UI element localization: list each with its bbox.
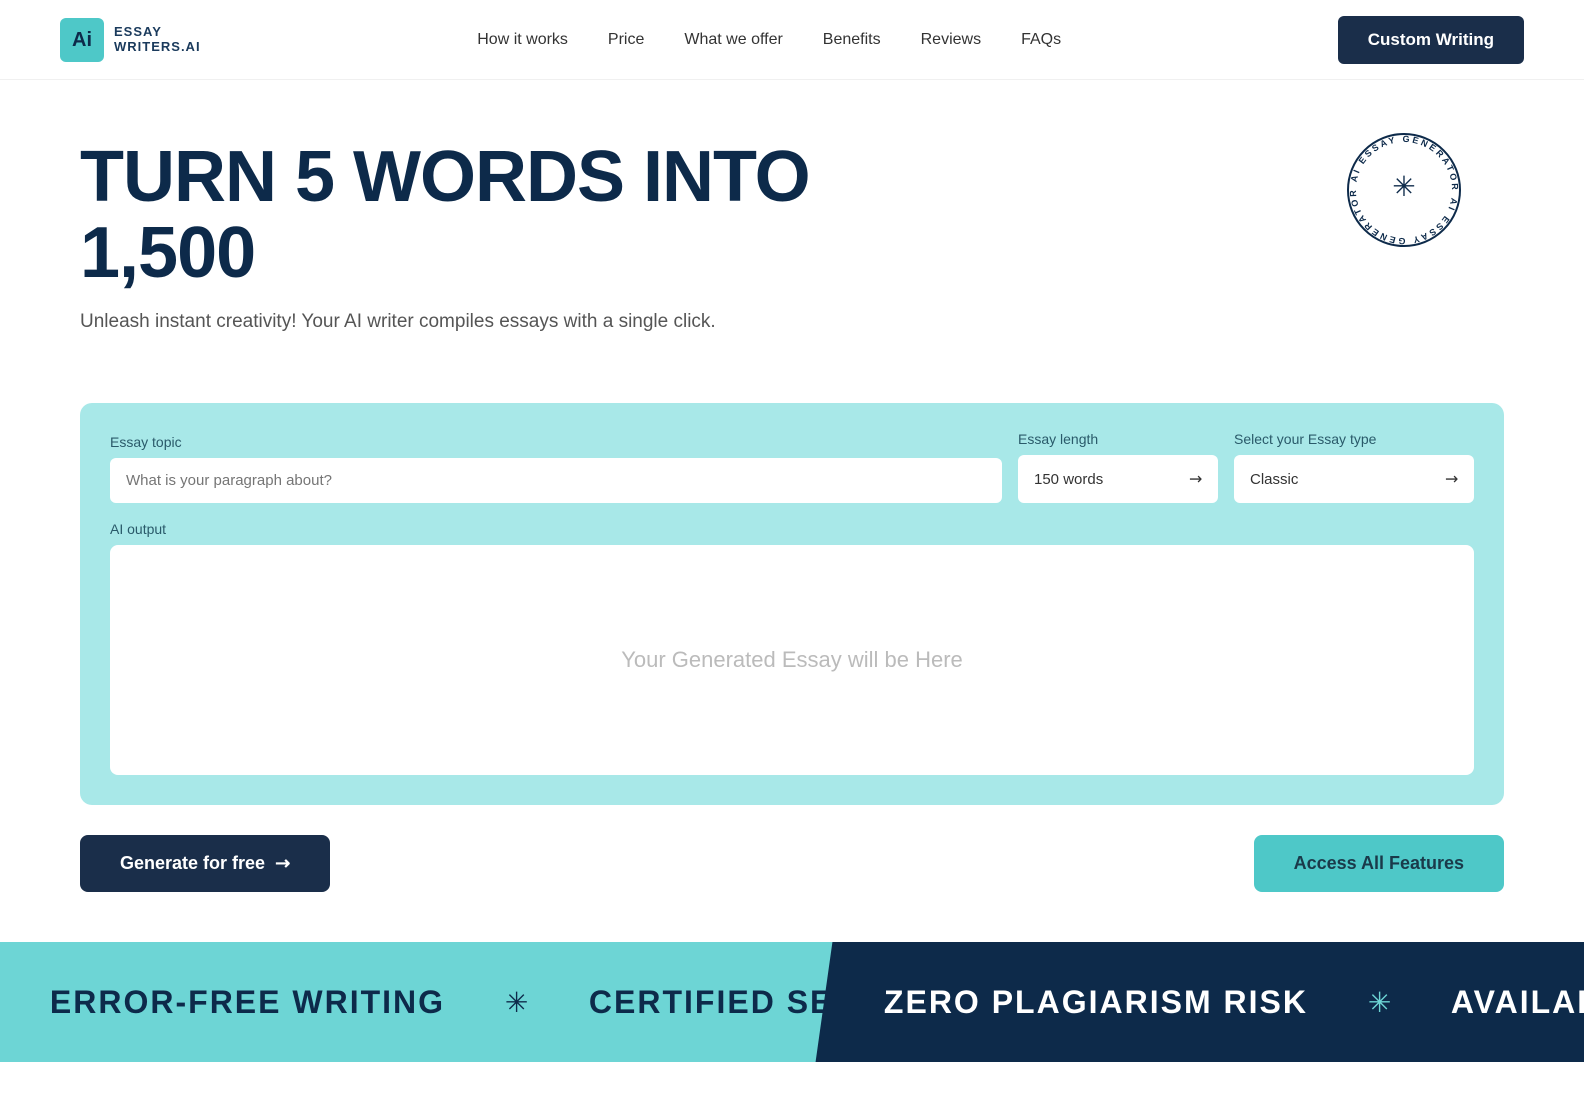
essay-length-value: 150 words: [1034, 471, 1103, 488]
hero-title: TURN 5 WORDS INTO 1,500: [80, 140, 980, 291]
nav-links: How it works Price What we offer Benefit…: [477, 31, 1061, 49]
logo-text: ESSAY WRITERS.AI: [114, 25, 201, 54]
essay-type-group: Select your Essay type Classic ↗: [1234, 431, 1474, 503]
form-row: Essay topic Essay length 150 words ↗ Sel…: [110, 431, 1474, 503]
banner-text-plagiarism: ZERO PLAGIARISM RISK: [884, 984, 1308, 1021]
essay-type-arrow-icon: ↗: [1439, 467, 1463, 491]
ai-output-area: Your Generated Essay will be Here: [110, 545, 1474, 775]
nav-faqs[interactable]: FAQs: [1021, 31, 1061, 49]
essay-type-label: Select your Essay type: [1234, 431, 1474, 447]
svg-text:✳: ✳: [1392, 171, 1415, 202]
nav-how-it-works[interactable]: How it works: [477, 31, 568, 49]
essay-topic-input[interactable]: [110, 458, 1002, 503]
logo-writers: WRITERS.AI: [114, 40, 201, 54]
form-section: Essay topic Essay length 150 words ↗ Sel…: [80, 403, 1504, 805]
essay-length-arrow-icon: ↗: [1183, 467, 1207, 491]
essay-type-value: Classic: [1250, 471, 1298, 488]
logo[interactable]: Ai ESSAY WRITERS.AI: [60, 18, 201, 62]
nav-price[interactable]: Price: [608, 31, 644, 49]
logo-essay: ESSAY: [114, 25, 201, 39]
circular-badge: AI ESSAY GENERATOR • AI ESSAY GENERATOR …: [1344, 130, 1464, 250]
essay-length-label: Essay length: [1018, 431, 1218, 447]
access-features-button[interactable]: Access All Features: [1254, 835, 1504, 892]
button-row: Generate for free ↗ Access All Features: [80, 835, 1504, 892]
hero-subtitle: Unleash instant creativity! Your AI writ…: [80, 311, 1504, 333]
ai-output-label: AI output: [110, 521, 1474, 537]
generate-arrow-icon: ↗: [270, 851, 296, 877]
nav-benefits[interactable]: Benefits: [823, 31, 881, 49]
generate-button-label: Generate for free: [120, 853, 265, 874]
banner-star-2: ✳: [1368, 986, 1391, 1019]
banner-text-available: AVAILABLE 24: [1451, 984, 1584, 1021]
bottom-banner: ERROR-FREE WRITING ✳ CERTIFIED SECURITY …: [0, 922, 1584, 1062]
banner-dark: ZERO PLAGIARISM RISK ✳ AVAILABLE 24: [816, 942, 1584, 1062]
banner-star-1: ✳: [505, 986, 528, 1019]
ai-output-placeholder: Your Generated Essay will be Here: [621, 647, 963, 673]
custom-writing-button[interactable]: Custom Writing: [1338, 16, 1524, 64]
essay-topic-group: Essay topic: [110, 434, 1002, 503]
svg-text:Ai: Ai: [72, 29, 92, 51]
essay-length-group: Essay length 150 words ↗: [1018, 431, 1218, 503]
essay-type-select[interactable]: Classic ↗: [1234, 455, 1474, 503]
nav-reviews[interactable]: Reviews: [921, 31, 981, 49]
navbar: Ai ESSAY WRITERS.AI How it works Price W…: [0, 0, 1584, 80]
essay-topic-label: Essay topic: [110, 434, 1002, 450]
logo-icon: Ai: [60, 18, 104, 62]
banner-text-error-free: ERROR-FREE WRITING: [50, 984, 445, 1021]
generate-button[interactable]: Generate for free ↗: [80, 835, 330, 892]
essay-length-select[interactable]: 150 words ↗: [1018, 455, 1218, 503]
banner-teal: ERROR-FREE WRITING ✳ CERTIFIED SECURITY: [0, 942, 878, 1062]
nav-what-we-offer[interactable]: What we offer: [684, 31, 782, 49]
hero-section: TURN 5 WORDS INTO 1,500 Unleash instant …: [0, 80, 1584, 373]
